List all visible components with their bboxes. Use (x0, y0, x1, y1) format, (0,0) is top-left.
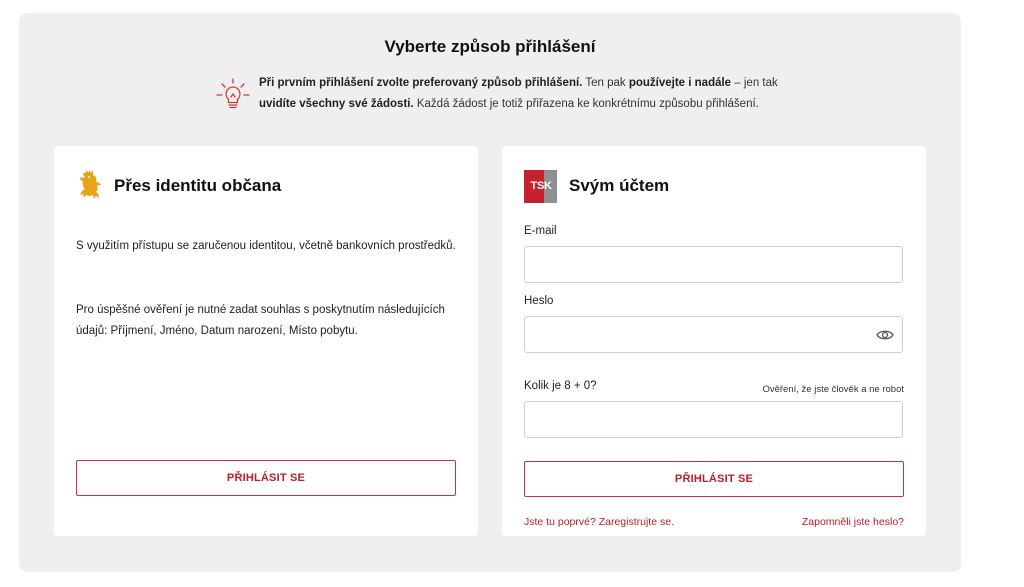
account-card-header: TS K Svým účtem (524, 168, 669, 204)
lightbulb-icon (216, 78, 250, 109)
account-login-button[interactable]: PŘIHLÁSIT SE (524, 461, 904, 497)
captcha-label: Kolik je 8 + 0? (524, 380, 597, 392)
account-card-title: Svým účtem (569, 176, 670, 195)
identity-card-header: Přes identitu občana (76, 168, 281, 204)
forgot-password-link[interactable]: Zapomněli jste heslo? (802, 516, 904, 528)
email-field[interactable] (524, 246, 903, 283)
register-link[interactable]: Jste tu poprvé? Zaregistrujte se. (524, 516, 674, 528)
captcha-hint: Ověření, že jste člověk a ne robot (762, 384, 904, 395)
czech-lion-icon (80, 170, 101, 199)
info-text: Při prvním přihlášení zvolte preferovaný… (259, 77, 778, 110)
account-card: TS K Svým účtem E-mail Heslo Kolik je 8 … (502, 146, 926, 536)
tsk-logo: TS K (524, 169, 557, 203)
identity-card-title: Přes identitu občana (114, 176, 282, 195)
identity-login-button[interactable]: PŘIHLÁSIT SE (76, 460, 456, 496)
email-label: E-mail (524, 225, 557, 237)
password-field[interactable] (524, 316, 903, 353)
identity-consent-text: Pro úspěšné ověření je nutné zadat souhl… (76, 304, 445, 337)
identity-description: S využitím přístupu se zaručenou identit… (76, 240, 456, 252)
page-title: Vyberte způsob přihlášení (384, 37, 596, 56)
identity-card: Přes identitu občana S využitím přístupu… (54, 146, 478, 536)
login-panel: Vyberte způsob přihlášení Při prvním při… (19, 13, 961, 572)
captcha-field[interactable] (524, 401, 903, 438)
eye-icon[interactable] (876, 328, 894, 342)
password-label: Heslo (524, 295, 554, 307)
